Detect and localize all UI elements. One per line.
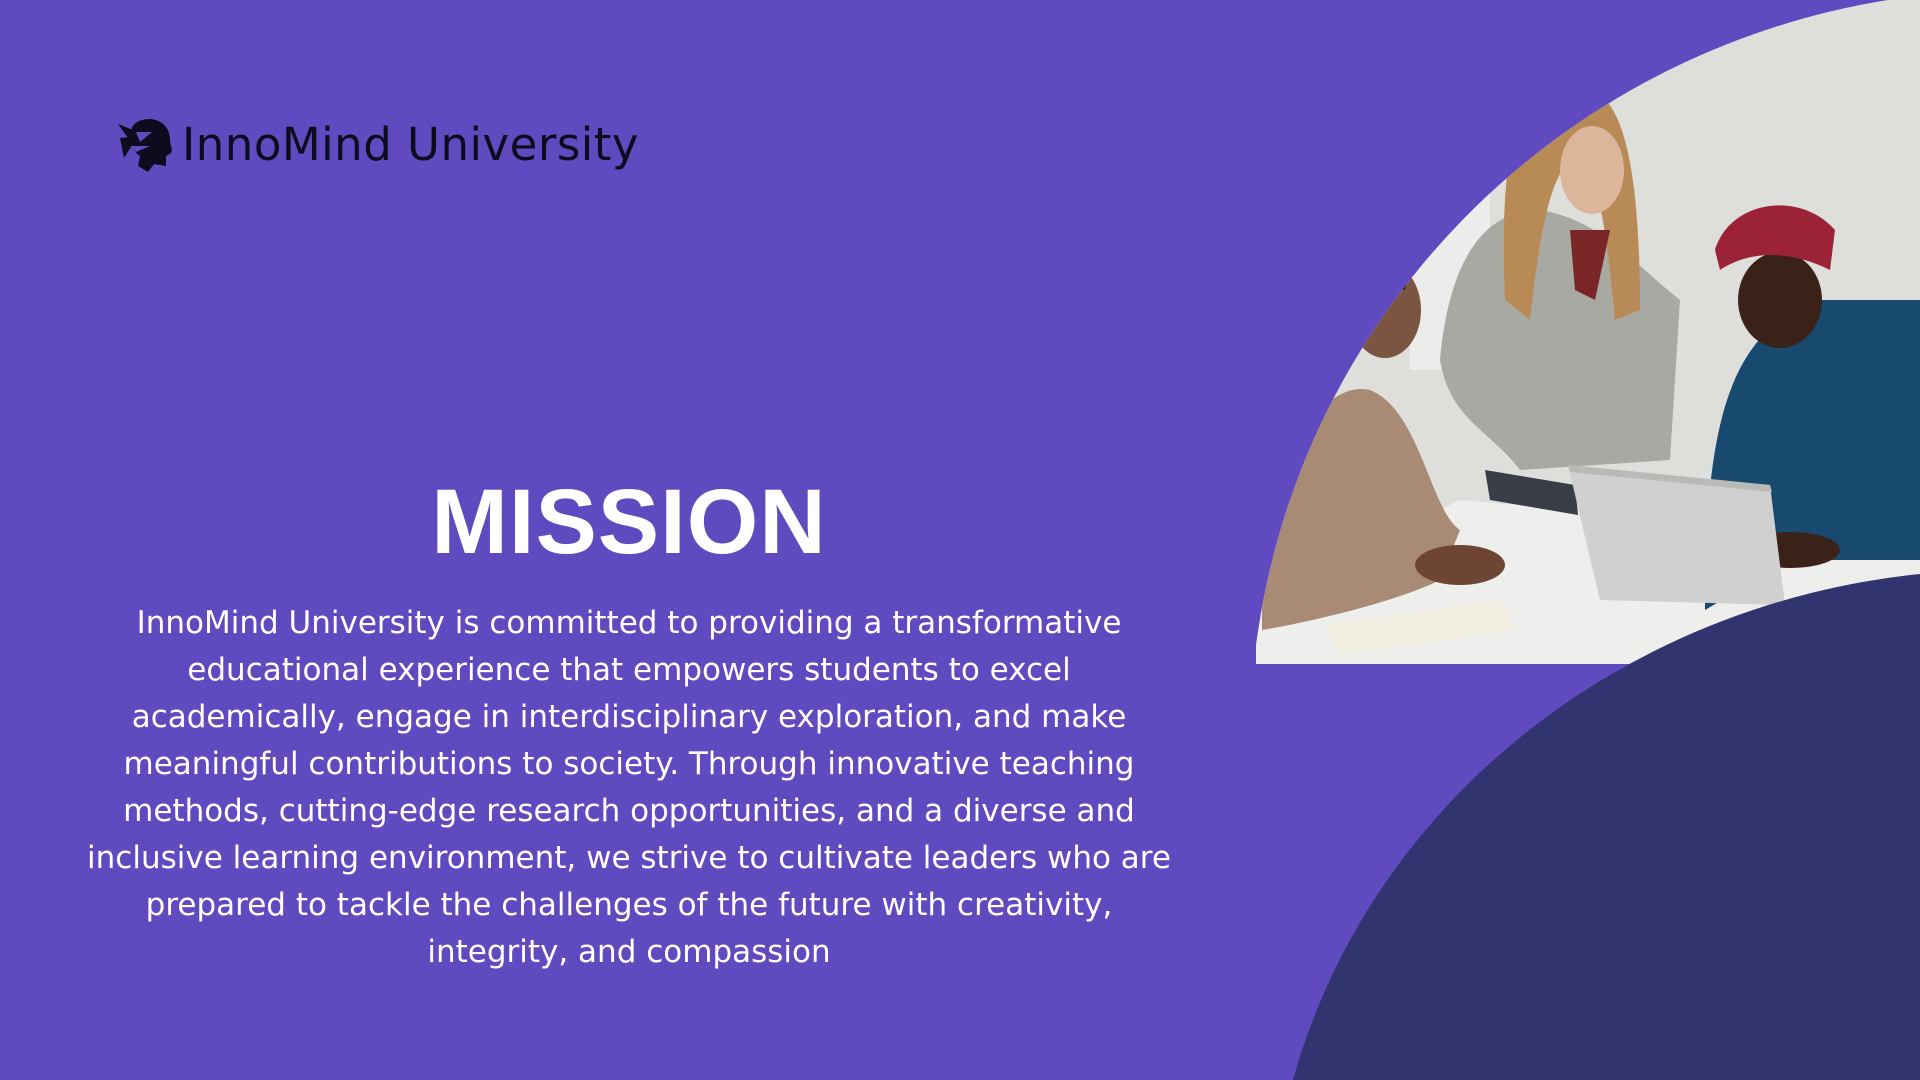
mission-line: inclusive learning environment, we striv… (87, 840, 1171, 876)
mission-line: meaningful contributions to society. Thr… (123, 746, 1135, 782)
brand-logo: InnoMind University (116, 116, 639, 172)
head-with-origami-bird-icon (118, 118, 172, 172)
brand-name: InnoMind University (182, 117, 640, 171)
mission-line: educational experience that empowers stu… (187, 652, 1071, 688)
mission-title: MISSION (431, 471, 827, 573)
team-photo (1256, 0, 1920, 664)
mission-line: prepared to tackle the challenges of the… (145, 887, 1113, 923)
mission-statement: InnoMind University is committed to prov… (0, 600, 1258, 976)
mission-line: InnoMind University is committed to prov… (136, 605, 1122, 641)
mission-line: methods, cutting-edge research opportuni… (123, 793, 1135, 829)
mission-line: integrity, and compassion (427, 934, 831, 970)
mission-line: academically, engage in interdisciplinar… (131, 699, 1127, 735)
